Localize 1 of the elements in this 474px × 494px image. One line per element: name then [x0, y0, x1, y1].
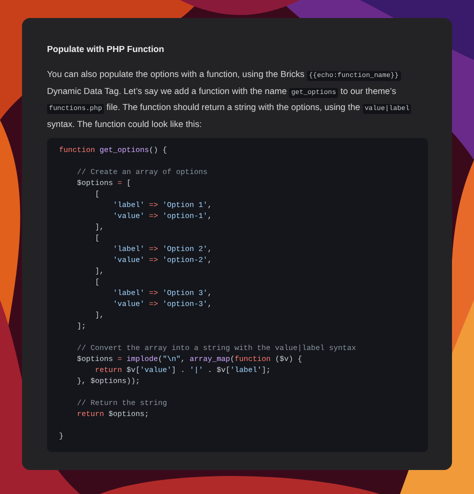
section-heading: Populate with PHP Function: [47, 44, 166, 56]
